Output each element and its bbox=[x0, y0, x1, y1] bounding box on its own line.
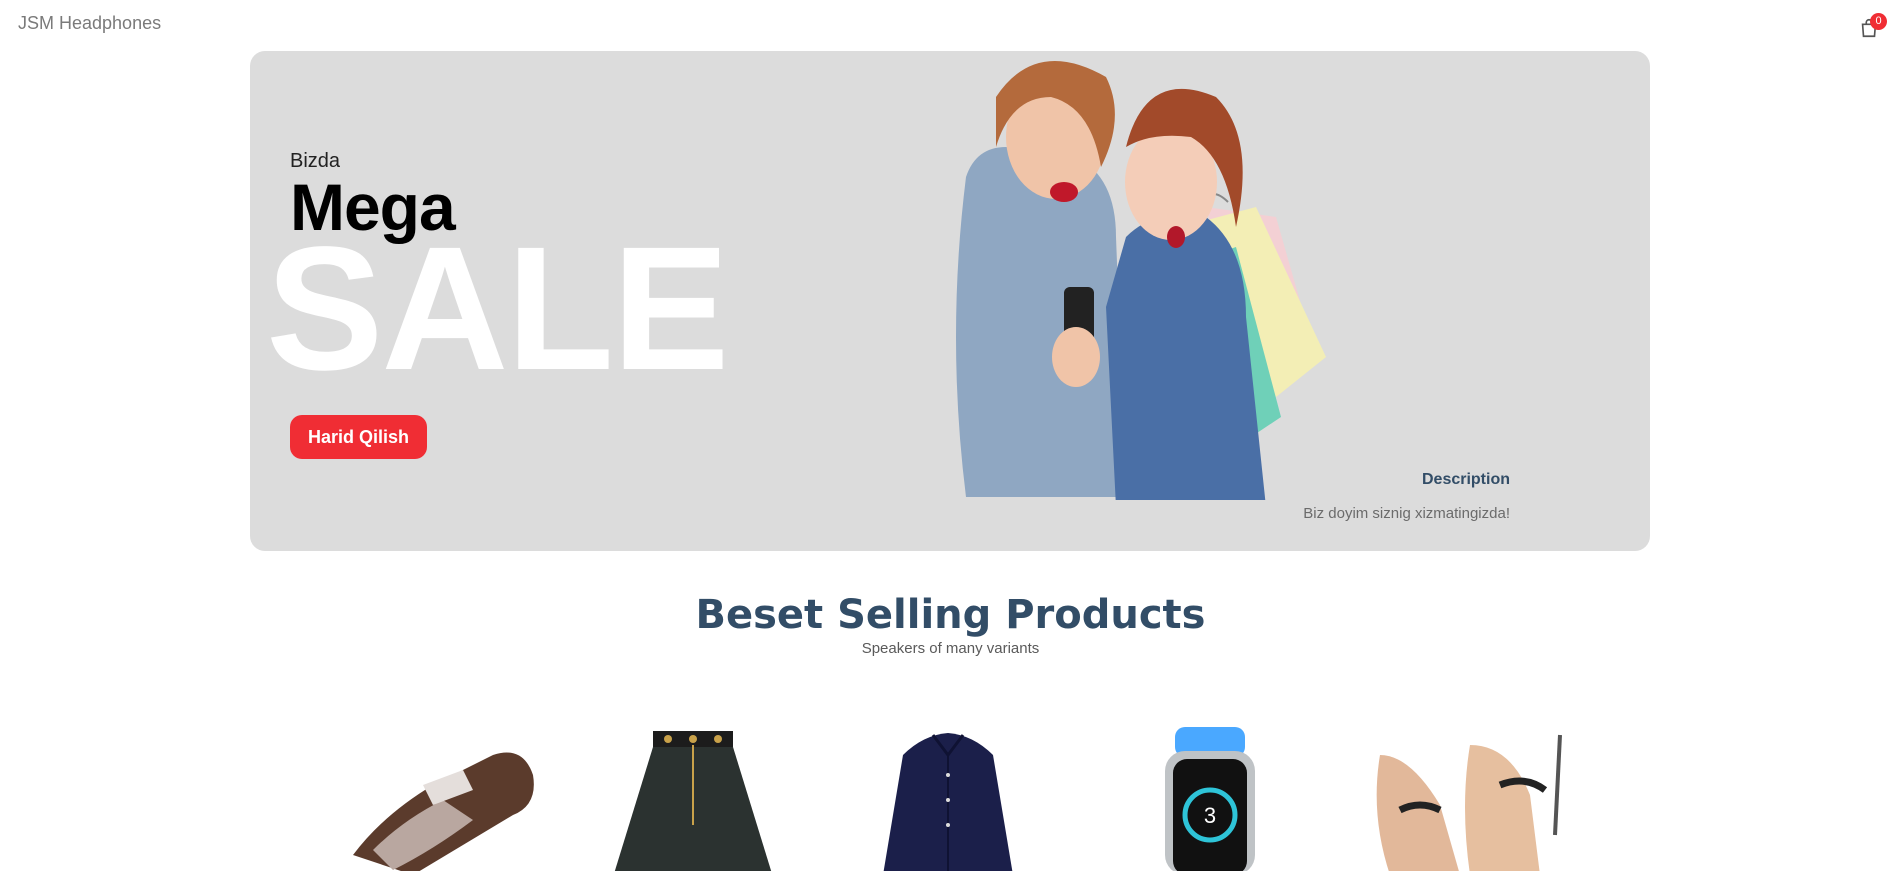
svg-text:3: 3 bbox=[1204, 803, 1216, 828]
logo-link[interactable]: JSM Headphones bbox=[18, 13, 161, 34]
hero-image bbox=[956, 61, 1326, 500]
product-card-watch[interactable]: 3 bbox=[1085, 715, 1335, 871]
cart-button[interactable]: 0 bbox=[1858, 13, 1887, 40]
product-card-shoe[interactable] bbox=[313, 715, 563, 871]
product-image-heels bbox=[1376, 734, 1562, 871]
product-image-skirt bbox=[614, 731, 772, 871]
hero-description-title: Description bbox=[1421, 471, 1510, 488]
product-card-heels[interactable] bbox=[1350, 715, 1600, 871]
hero-description: Description Biz doyim siznig xizmatingiz… bbox=[1303, 471, 1510, 522]
product-card-skirt[interactable] bbox=[568, 715, 818, 871]
shop-now-button[interactable]: Harid Qilish bbox=[290, 415, 428, 459]
products-subtitle: Speakers of many variants bbox=[861, 640, 1040, 657]
navbar: JSM Headphones 0 bbox=[0, 0, 1901, 50]
product-image-shoe bbox=[353, 752, 534, 871]
product-image-watch: 3 bbox=[1165, 727, 1255, 871]
product-card-shirt[interactable] bbox=[823, 715, 1073, 871]
cart-count-badge: 0 bbox=[1870, 13, 1887, 30]
products-row: 3 bbox=[0, 715, 1901, 871]
hero-banner: Bizda Mega SALE Harid Qilish Description… bbox=[250, 51, 1650, 551]
products-title: Beset Selling Products bbox=[695, 592, 1206, 638]
hero-description-text: Biz doyim siznig xizmatingizda! bbox=[1303, 505, 1510, 522]
product-image-shirt bbox=[883, 733, 1013, 871]
products-heading: Beset Selling Products Speakers of many … bbox=[0, 592, 1901, 657]
hero-large-text: SALE bbox=[266, 211, 729, 407]
